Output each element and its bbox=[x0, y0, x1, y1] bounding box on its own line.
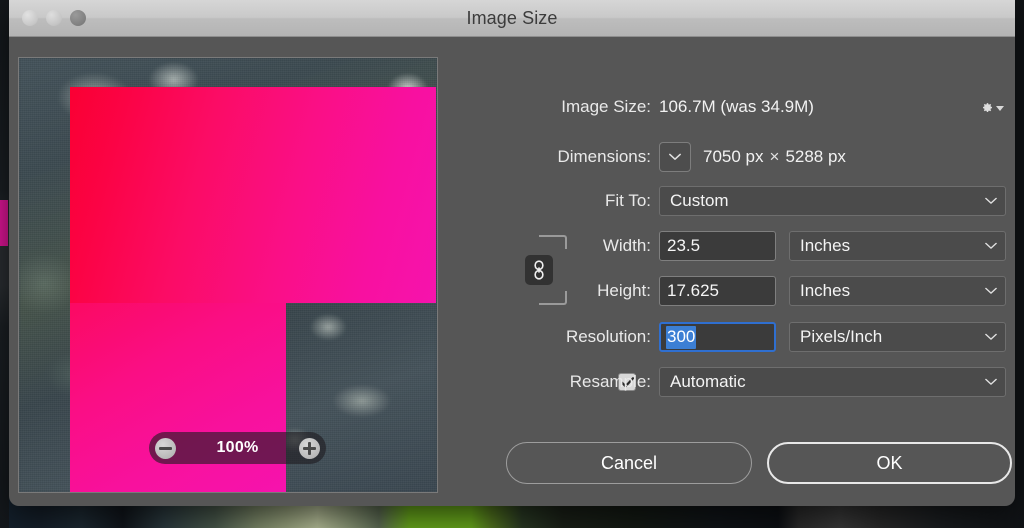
dialog-buttons: Cancel OK bbox=[449, 442, 1015, 486]
height-unit-select[interactable]: Inches bbox=[789, 276, 1006, 306]
zoom-out-icon[interactable] bbox=[155, 437, 176, 459]
height-value: 17.625 bbox=[667, 281, 719, 300]
image-preview[interactable]: 100% bbox=[18, 57, 438, 493]
resolution-unit-select[interactable]: Pixels/Inch bbox=[789, 322, 1006, 352]
resample-select[interactable]: Automatic bbox=[659, 367, 1006, 397]
zoom-in-icon[interactable] bbox=[299, 437, 320, 459]
height-input[interactable]: 17.625 bbox=[659, 276, 776, 306]
dialog-title: Image Size bbox=[466, 8, 558, 28]
resample-label: Resample: bbox=[569, 372, 651, 391]
row-fit-to: Fit To: Custom bbox=[449, 186, 1015, 216]
width-unit-select[interactable]: Inches bbox=[789, 231, 1006, 261]
chevron-down-icon bbox=[985, 333, 997, 340]
dimensions-disclosure-button[interactable] bbox=[659, 142, 691, 172]
row-image-size: Image Size: 106.7M (was 34.9M) bbox=[449, 93, 1015, 121]
screen: Image Size 100% Image Size: 106.7M (was … bbox=[0, 0, 1024, 528]
chevron-down-icon bbox=[669, 153, 681, 160]
preview-magenta-region-bottom bbox=[70, 303, 286, 492]
background-magenta-sliver bbox=[0, 200, 8, 246]
ok-button[interactable]: OK bbox=[767, 442, 1012, 484]
resample-value: Automatic bbox=[670, 372, 746, 391]
chevron-down-icon bbox=[985, 242, 997, 249]
chevron-down-icon bbox=[985, 197, 997, 204]
row-width: Width: 23.5 Inches bbox=[449, 231, 1015, 261]
fit-to-value: Custom bbox=[670, 191, 729, 210]
zoom-level-label: 100% bbox=[216, 439, 259, 456]
dimensions-height-px: 5288 px bbox=[785, 147, 846, 166]
image-size-dialog: Image Size 100% Image Size: 106.7M (was … bbox=[9, 0, 1015, 506]
preview-zoom-control[interactable]: 100% bbox=[149, 432, 326, 464]
resolution-label: Resolution: bbox=[565, 327, 651, 346]
resolution-value: 300 bbox=[666, 325, 697, 349]
dimensions-separator: × bbox=[769, 147, 780, 166]
chevron-down-icon bbox=[985, 287, 997, 294]
width-label: Width: bbox=[602, 236, 651, 255]
dialog-body: 100% Image Size: 106.7M (was 34.9M) Dime… bbox=[9, 37, 1015, 506]
row-height: Height: 17.625 Inches bbox=[449, 276, 1015, 306]
width-unit-value: Inches bbox=[800, 236, 851, 255]
background-left-column bbox=[0, 0, 9, 528]
row-resample: Resample: Automatic bbox=[449, 367, 1015, 397]
height-label: Height: bbox=[597, 281, 651, 300]
dimensions-values: 7050 px × 5288 px bbox=[703, 143, 846, 171]
resolution-input[interactable]: 300 bbox=[659, 322, 776, 352]
row-dimensions: Dimensions: 7050 px × 5288 px bbox=[449, 142, 1015, 172]
resolution-unit-value: Pixels/Inch bbox=[800, 327, 883, 346]
height-unit-value: Inches bbox=[800, 281, 851, 300]
cancel-button[interactable]: Cancel bbox=[506, 442, 752, 484]
dimensions-label: Dimensions: bbox=[557, 147, 651, 166]
dimensions-width-px: 7050 px bbox=[703, 147, 764, 166]
gear-caret-icon bbox=[996, 105, 1004, 111]
image-size-label: Image Size: bbox=[561, 97, 651, 116]
chevron-down-icon bbox=[985, 378, 997, 385]
width-input[interactable]: 23.5 bbox=[659, 231, 776, 261]
gear-icon[interactable] bbox=[982, 97, 1004, 119]
preview-magenta-region-top bbox=[70, 87, 436, 303]
width-value: 23.5 bbox=[667, 236, 701, 255]
fit-to-select[interactable]: Custom bbox=[659, 186, 1006, 216]
image-size-value: 106.7M (was 34.9M) bbox=[659, 97, 814, 116]
settings-form: Image Size: 106.7M (was 34.9M) Dimension… bbox=[449, 37, 1015, 506]
fit-to-label: Fit To: bbox=[605, 191, 651, 210]
dialog-titlebar[interactable]: Image Size bbox=[9, 0, 1015, 37]
row-resolution: Resolution: 300 Pixels/Inch bbox=[449, 322, 1015, 352]
